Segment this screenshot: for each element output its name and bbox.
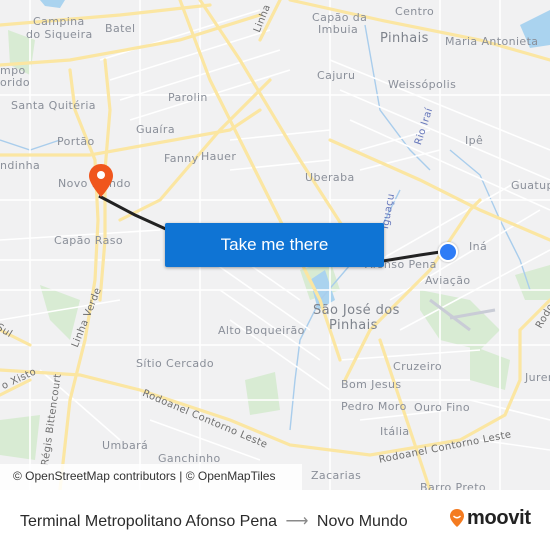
route-origin: Terminal Metropolitano Afonso Pena [20, 513, 278, 530]
label-bom-jesus: Bom Jesus [341, 378, 402, 391]
label-sao-jose-dos: São José dos [313, 303, 400, 318]
label-cruzeiro: Cruzeiro [393, 360, 442, 373]
moovit-wordmark: moovit [467, 506, 531, 529]
label-pinhais: Pinhais [380, 31, 429, 46]
map-attribution[interactable]: © OpenStreetMap contributors | © OpenMap… [0, 464, 302, 490]
label-zacarias: Zacarias [311, 469, 362, 482]
label-sjp-pinhais: Pinhais [329, 318, 378, 333]
label-campina: Campina [33, 15, 85, 28]
park-east [470, 345, 510, 390]
label-hauer: Hauer [201, 150, 237, 163]
label-guatupe-partial: Guatup [511, 179, 550, 192]
label-fanny: Fanny [164, 152, 199, 165]
label-ina: Iná [469, 240, 488, 253]
lake-northwest [40, 0, 65, 8]
route-footer: Terminal Metropolitano Afonso Pena ⟶ Nov… [0, 490, 550, 550]
label-batel: Batel [105, 22, 136, 35]
label-florido-partial: orido [0, 76, 31, 89]
road-portao [0, 108, 262, 157]
label-italia: Itália [380, 425, 410, 438]
label-do-siqueira: do Siqueira [26, 28, 93, 41]
label-centro: Centro [395, 5, 435, 18]
moovit-logo[interactable]: moovit [449, 507, 531, 529]
label-portao: Portão [57, 135, 95, 148]
label-maria-antonieta: Maria Antonieta [445, 35, 539, 48]
park-far-sw [0, 415, 40, 460]
label-jurere-partial: Jurer [525, 371, 550, 384]
label-pedro-moro: Pedro Moro [341, 400, 407, 413]
arrow-right-icon: ⟶ [285, 513, 309, 530]
park-south [245, 372, 280, 415]
label-parolin: Parolin [168, 91, 208, 104]
label-barro-preto: Barro Preto [420, 481, 487, 490]
take-me-there-button[interactable]: Take me there [165, 223, 384, 267]
label-lindinha-partial: ndinha [0, 159, 41, 172]
label-aviacao: Aviação [425, 274, 471, 287]
route-destination: Novo Mundo [316, 513, 408, 530]
moovit-pin-icon [450, 509, 464, 527]
label-ouro-fino: Ouro Fino [414, 401, 471, 414]
label-umbara: Umbará [102, 439, 149, 452]
label-sitio-cercado: Sítio Cercado [136, 357, 215, 370]
label-santa-quiteria: Santa Quitéria [11, 99, 96, 112]
label-imbuia: Imbuia [318, 23, 359, 36]
label-uberaba: Uberaba [305, 171, 355, 184]
park-airport [420, 290, 500, 350]
map-view[interactable]: Campina do Siqueira Batel Capão da Imbui… [0, 0, 550, 490]
park-far-east [515, 265, 550, 300]
label-weissopolis: Weissópolis [388, 78, 457, 91]
road-linha-verde [58, 68, 100, 490]
label-ipe: Ipê [465, 134, 484, 147]
route-summary: Terminal Metropolitano Afonso Pena ⟶ Nov… [20, 511, 408, 531]
label-guaira: Guaíra [136, 123, 175, 136]
label-cajuru: Cajuru [317, 69, 356, 82]
label-alto-boqueirao: Alto Boqueirão [218, 324, 305, 337]
label-capao-raso: Capão Raso [54, 234, 123, 247]
origin-marker-icon[interactable] [438, 242, 458, 262]
destination-pin-icon[interactable] [88, 163, 114, 199]
